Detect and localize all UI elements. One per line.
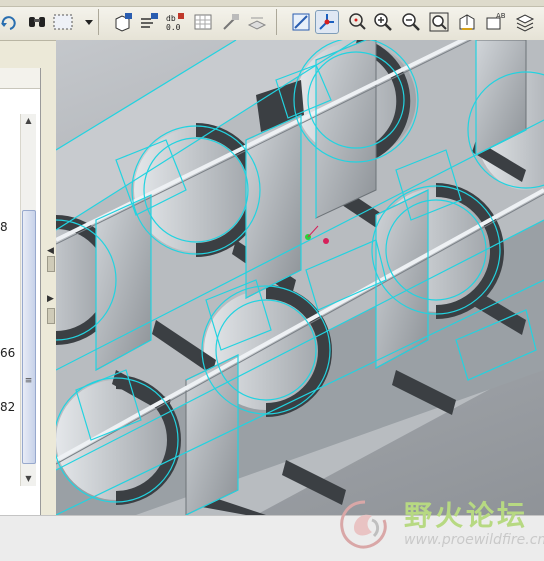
view-manager-icon[interactable]: AB — [484, 11, 506, 33]
redo-icon[interactable] — [0, 11, 22, 33]
collapse-left-icon[interactable]: ◀ — [47, 246, 54, 256]
flame-logo-icon — [340, 500, 387, 549]
splitter-grip[interactable] — [47, 308, 55, 324]
model-render — [56, 40, 544, 515]
orient-icon[interactable] — [346, 11, 368, 33]
watermark-url: www.proewildfire.cn — [404, 532, 544, 548]
text-lines-icon[interactable] — [138, 11, 160, 33]
zoom-in-icon[interactable] — [372, 11, 394, 33]
chevron-down-icon[interactable] — [78, 11, 93, 33]
watermark-brand: 野火论坛 — [404, 499, 529, 532]
main-toolbar: db 0.0 AB — [0, 0, 544, 41]
dashed-box-icon[interactable] — [52, 11, 74, 33]
zoom-out-icon[interactable] — [400, 11, 422, 33]
svg-text:AB: AB — [496, 12, 506, 20]
model-tree-panel: 8 66 82 ▲ ≡ ▼ — [0, 68, 44, 520]
parameter-icon[interactable]: db 0.0 — [164, 11, 186, 33]
scroll-down-arrow-icon[interactable]: ▼ — [21, 472, 36, 486]
toolbar-separator — [98, 9, 99, 35]
scroll-grip-icon: ≡ — [24, 376, 33, 386]
toolbar-top-strip — [0, 0, 544, 7]
tree-vertical-scrollbar[interactable]: ▲ ≡ ▼ — [20, 114, 36, 486]
expand-right-icon[interactable]: ▶ — [47, 294, 54, 304]
panel-splitter[interactable]: ◀ ▶ — [44, 68, 56, 520]
grid-relations-icon[interactable] — [192, 11, 214, 33]
layer-icon[interactable] — [246, 11, 268, 33]
refit-icon[interactable] — [428, 11, 450, 33]
repaint-icon[interactable] — [290, 11, 312, 33]
model-tree-header — [0, 68, 40, 89]
binoculars-icon[interactable] — [26, 11, 48, 33]
toolbar-separator — [276, 9, 277, 35]
splitter-grip[interactable] — [47, 256, 55, 272]
tree-value: 66 — [0, 346, 16, 360]
spin-center-icon[interactable] — [315, 10, 339, 34]
svg-text:db: db — [166, 14, 176, 23]
forum-watermark: 野火论坛 www.proewildfire.cn — [336, 492, 544, 558]
box-analysis-icon[interactable] — [112, 11, 134, 33]
svg-text:0.0: 0.0 — [166, 23, 181, 32]
tree-value: 82 — [0, 400, 16, 414]
graphics-window[interactable] — [56, 40, 544, 515]
scrollbar-thumb[interactable] — [22, 210, 36, 464]
saved-views-icon[interactable] — [456, 11, 478, 33]
scroll-up-arrow-icon[interactable]: ▲ — [21, 114, 36, 128]
tree-value: 8 — [0, 220, 8, 234]
wand-icon[interactable] — [220, 11, 242, 33]
layers-stack-icon[interactable] — [514, 11, 536, 33]
